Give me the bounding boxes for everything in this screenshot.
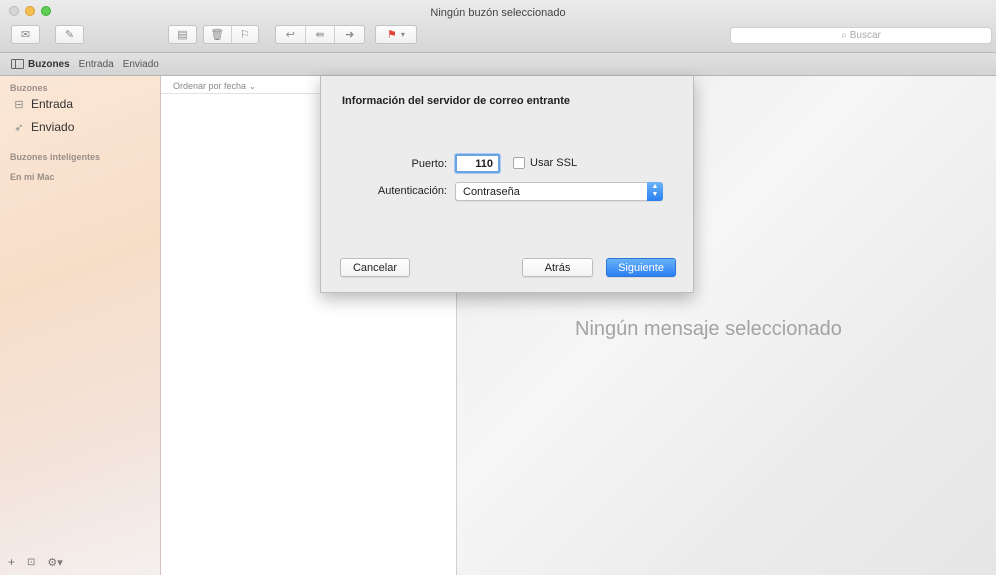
window-title: Ningún buzón seleccionado xyxy=(430,7,566,19)
smart-mailboxes-header[interactable]: Buzones inteligentes xyxy=(10,152,100,162)
window-toolbar: Ningún buzón seleccionado ✉ ✎ ▤ 🗑 ⚐ ↩ ⇚ … xyxy=(0,0,996,53)
reply-all-icon: ⇚ xyxy=(315,29,325,41)
port-input[interactable]: 110 xyxy=(455,154,500,173)
reply-button[interactable]: ↩ xyxy=(276,26,306,43)
chevron-down-icon: ⌄ xyxy=(248,81,257,91)
sidebar-footer: + ⊡ ⚙▾ xyxy=(8,555,63,569)
mailboxes-toggle-button[interactable]: Buzones xyxy=(11,59,70,70)
favorite-inbox[interactable]: Entrada xyxy=(79,59,114,70)
on-my-mac-header[interactable]: En mi Mac xyxy=(10,172,55,182)
port-label: Puerto: xyxy=(411,158,447,170)
forward-icon: ➜ xyxy=(345,29,355,41)
use-ssl-label[interactable]: Usar SSL xyxy=(530,157,577,169)
forward-button[interactable]: ➜ xyxy=(335,26,364,43)
add-icon[interactable]: + xyxy=(8,555,15,569)
mailboxes-toggle-label: Buzones xyxy=(28,58,70,70)
search-field[interactable]: ⌕ Buscar xyxy=(730,27,992,44)
archive-icon: ▤ xyxy=(177,29,188,41)
compose-button[interactable]: ✎ xyxy=(55,25,84,44)
sidebar-item-label: Enviado xyxy=(31,120,75,134)
reply-group: ↩ ⇚ ➜ xyxy=(275,25,365,44)
sidebar-toggle-icon xyxy=(11,59,24,69)
favorites-bar: Buzones Entrada Enviado xyxy=(0,53,996,76)
delete-junk-group: 🗑 ⚐ xyxy=(203,25,259,44)
compose-icon: ✎ xyxy=(64,29,75,41)
next-button[interactable]: Siguiente xyxy=(606,258,676,277)
sheet-title: Información del servidor de correo entra… xyxy=(342,95,571,107)
authentication-select[interactable]: Contraseña ▲ ▼ xyxy=(455,182,663,201)
empty-preview-text: Ningún mensaje seleccionado xyxy=(575,318,842,340)
port-value: 110 xyxy=(475,157,493,170)
flag-button[interactable]: ⚑ ▾ xyxy=(375,25,417,44)
envelope-icon: ✉ xyxy=(20,29,31,41)
junk-button[interactable]: ⚐ xyxy=(232,26,259,43)
mailbox-icon[interactable]: ⊡ xyxy=(27,557,35,568)
back-button[interactable]: Atrás xyxy=(522,258,593,277)
reply-icon: ↩ xyxy=(285,29,295,41)
sort-menu[interactable]: Ordenar por fecha ⌄ xyxy=(173,81,256,92)
auth-label: Autenticación: xyxy=(377,185,447,197)
favorite-sent[interactable]: Enviado xyxy=(123,59,159,70)
search-placeholder: Buscar xyxy=(849,30,881,41)
trash-icon: 🗑 xyxy=(210,29,225,41)
sidebar-item-inbox[interactable]: ⊟ Entrada xyxy=(12,97,73,111)
select-stepper-icon: ▲ ▼ xyxy=(647,182,663,201)
trash-button[interactable]: 🗑 xyxy=(204,26,232,43)
search-icon: ⌕ xyxy=(841,30,847,41)
flag-icon: ⚑ xyxy=(387,29,397,41)
sent-icon: ➶ xyxy=(14,121,24,134)
junk-icon: ⚐ xyxy=(239,29,250,41)
reply-all-button[interactable]: ⇚ xyxy=(306,26,336,43)
use-ssl-checkbox[interactable] xyxy=(513,157,525,169)
archive-button[interactable]: ▤ xyxy=(168,25,197,44)
inbox-icon: ⊟ xyxy=(14,98,24,111)
authentication-value: Contraseña xyxy=(463,186,520,198)
sidebar-item-sent[interactable]: ➶ Enviado xyxy=(12,120,74,134)
mailboxes-header[interactable]: Buzones xyxy=(10,83,48,93)
cancel-button[interactable]: Cancelar xyxy=(340,258,410,277)
chevron-down-icon: ▾ xyxy=(400,30,405,39)
gear-icon[interactable]: ⚙▾ xyxy=(47,556,62,569)
get-mail-button[interactable]: ✉ xyxy=(11,25,40,44)
sidebar-item-label: Entrada xyxy=(31,97,74,111)
sort-label: Ordenar por fecha xyxy=(173,81,247,91)
sidebar: Buzones ⊟ Entrada ➶ Enviado Buzones inte… xyxy=(0,76,161,575)
incoming-server-sheet: Información del servidor de correo entra… xyxy=(320,76,694,293)
